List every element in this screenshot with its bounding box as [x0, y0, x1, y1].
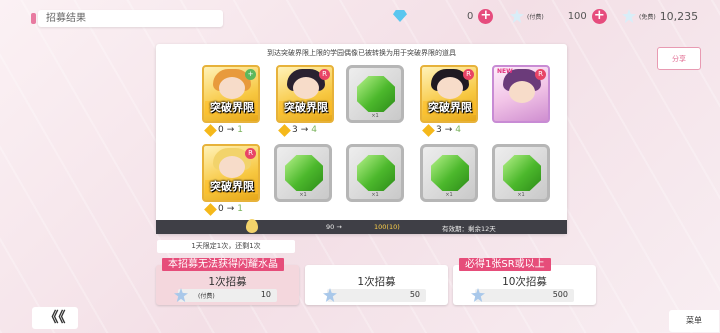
new-label: NEW: [497, 68, 513, 75]
price-value: 50: [409, 290, 420, 299]
results-panel: 到达突破界限上限的学园偶像已被转换为用于突破界限的道具 突破界限 + 0 → 1 …: [156, 44, 567, 234]
recruit-10-button[interactable]: 必得1张SR或以上 10次招募 500: [453, 258, 596, 305]
card-2[interactable]: 突破界限 R: [276, 65, 334, 123]
paid-star-resource: (付费) 100 +: [510, 7, 607, 25]
star-icon: [471, 288, 485, 302]
button-label: 1次招募: [357, 276, 396, 288]
card-face: [437, 77, 463, 99]
card-3[interactable]: ×1: [346, 65, 404, 123]
green-crystal-icon: [357, 155, 395, 191]
card-9[interactable]: ×1: [420, 144, 478, 202]
ribbon-label: 必得1张SR或以上: [459, 258, 551, 271]
price-box: (付费) 10: [174, 288, 277, 302]
paid-star-icon: [510, 9, 524, 23]
gem-icon: [204, 123, 217, 137]
gem-icon: [204, 202, 217, 216]
page-title: 招募结果: [31, 10, 223, 27]
card-4[interactable]: 突破界限 R: [420, 65, 478, 123]
card-7[interactable]: ×1: [274, 144, 332, 202]
card-10[interactable]: ×1: [492, 144, 550, 202]
menu-button[interactable]: 菜单: [669, 310, 719, 332]
drop-icon: [246, 219, 258, 233]
free-star-icon: [622, 9, 636, 23]
free-star-count: 10,235: [659, 9, 699, 23]
card-8[interactable]: ×1: [346, 144, 404, 202]
card-face: [509, 81, 535, 103]
expiry-text: 有效期：剩余12天: [442, 225, 496, 233]
star-icon: [174, 288, 188, 302]
card-6[interactable]: 突破界限 R: [202, 144, 260, 202]
free-tag: (免费): [639, 13, 656, 21]
diamond-resource: 0 +: [393, 7, 494, 25]
card-6-count: 0 → 1: [204, 202, 243, 216]
price-value: 10: [260, 290, 271, 299]
add-diamond-button[interactable]: +: [478, 8, 494, 24]
ribbon-label: 本招募无法获得闪耀水晶: [162, 258, 284, 271]
plus-badge-icon: +: [245, 69, 256, 80]
price-box: 500: [471, 288, 574, 302]
diamond-count: 0: [467, 10, 474, 22]
card-1[interactable]: 突破界限 +: [202, 65, 260, 123]
star-icon: [323, 288, 337, 302]
top-bar: 招募结果 0 + (付费) 100 + (免费) 10,235: [0, 0, 720, 34]
add-paid-star-button[interactable]: +: [591, 8, 607, 24]
card-face: [293, 77, 319, 99]
limit-break-label: 突破界限: [423, 101, 476, 115]
points-to: 100(10): [374, 223, 400, 231]
rarity-badge-icon: R: [319, 69, 330, 80]
card-1-count: 0 → 1: [204, 123, 243, 137]
limit-break-label: 突破界限: [205, 101, 258, 115]
back-button[interactable]: 《《: [32, 307, 78, 329]
paid-tag: (付费): [527, 13, 544, 21]
limit-break-label: 突破界限: [279, 101, 332, 115]
diamond-icon: [393, 10, 407, 22]
recruit-1-paid-button[interactable]: 本招募无法获得闪耀水晶 1次招募 (付费) 10: [156, 258, 299, 305]
paid-star-count: 100: [567, 10, 587, 22]
button-label: 1次招募: [208, 276, 247, 288]
green-crystal-icon: [357, 76, 395, 112]
card-face: [219, 77, 245, 99]
points-bar: 90 → 100(10) 有效期：剩余12天: [156, 220, 567, 234]
green-crystal-icon: [285, 155, 323, 191]
gem-icon: [278, 123, 291, 137]
rarity-badge-icon: R: [535, 69, 546, 80]
price-box: 50: [323, 288, 426, 302]
points-from: 90 →: [326, 223, 342, 231]
card-5[interactable]: NEW R: [492, 65, 550, 123]
card-face: [219, 156, 245, 178]
button-label: 10次招募: [502, 276, 547, 288]
limit-break-label: 突破界限: [205, 180, 258, 194]
gem-icon: [422, 123, 435, 137]
card-4-count: 3 → 4: [422, 123, 461, 137]
price-value: 500: [552, 290, 568, 299]
recruit-1-button[interactable]: 1次招募 50: [305, 265, 448, 305]
card-2-count: 3 → 4: [278, 123, 317, 137]
paid-tag: (付费): [198, 293, 215, 300]
free-star-resource: (免费) 10,235: [622, 7, 698, 25]
green-crystal-icon: [503, 155, 541, 191]
share-button[interactable]: 分享: [657, 47, 701, 70]
daily-limit-label: 1天限定1次，还剩1次: [157, 240, 295, 253]
conversion-notice: 到达突破界限上限的学园偶像已被转换为用于突破界限的道具: [267, 49, 456, 57]
rarity-badge-icon: R: [245, 148, 256, 159]
green-crystal-icon: [431, 155, 469, 191]
rarity-badge-icon: R: [463, 69, 474, 80]
